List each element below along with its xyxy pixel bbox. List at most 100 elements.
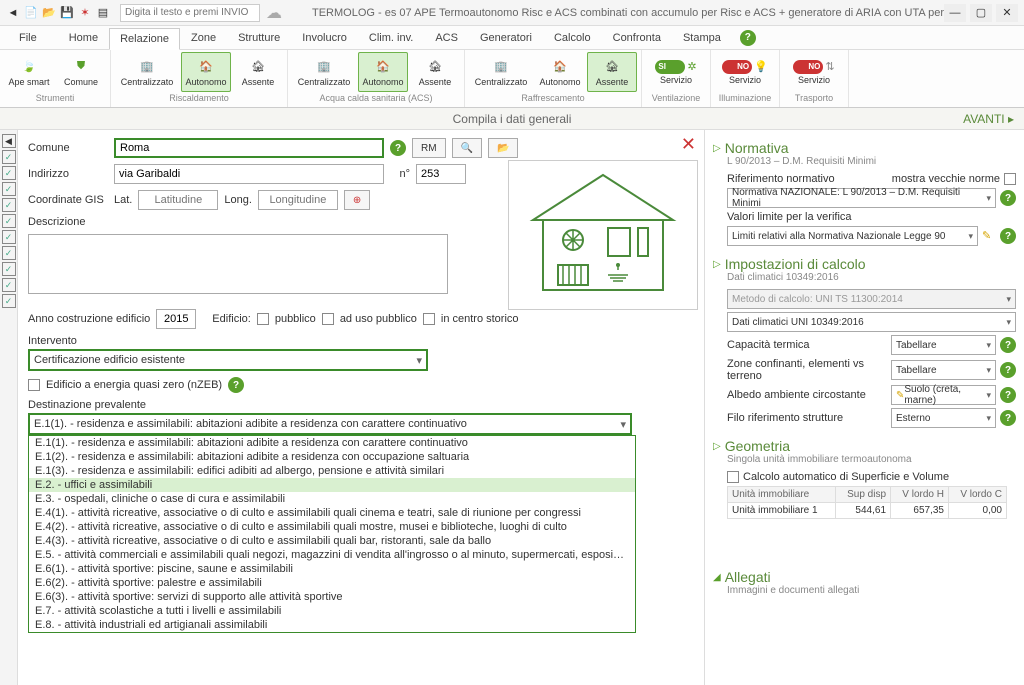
expand-icon[interactable]: ◢ bbox=[713, 572, 721, 583]
cloud-icon[interactable]: ☁ bbox=[266, 3, 282, 23]
ape-smart-button[interactable]: 🍃Ape smart bbox=[4, 52, 54, 92]
dati-climatici-select[interactable]: Dati climatici UNI 10349:2016▾ bbox=[727, 312, 1016, 332]
destinazione-option[interactable]: E.6(3). - attività sportive: servizi di … bbox=[29, 590, 635, 604]
target-icon[interactable]: ✶ bbox=[78, 6, 92, 20]
destinazione-option[interactable]: E.3. - ospedali, cliniche o case di cura… bbox=[29, 492, 635, 506]
risc-centralizzato-button[interactable]: 🏢Centralizzato bbox=[115, 52, 179, 92]
descrizione-textarea[interactable] bbox=[28, 234, 448, 294]
tab-clim-inv[interactable]: Clim. inv. bbox=[358, 27, 424, 49]
setting-select[interactable]: ✎ Suolo (creta, marne)▾ bbox=[891, 385, 996, 405]
next-button[interactable]: AVANTI ▸ bbox=[963, 112, 1014, 126]
acs-centralizzato-button[interactable]: 🏢Centralizzato bbox=[292, 52, 356, 92]
help-icon[interactable]: ? bbox=[1000, 387, 1016, 403]
pubblico-checkbox[interactable] bbox=[257, 313, 269, 325]
rail-check-2[interactable]: ✓ bbox=[2, 166, 16, 180]
setting-select[interactable]: Tabellare▾ bbox=[891, 360, 996, 380]
help-icon[interactable]: ? bbox=[390, 140, 406, 156]
nzeb-checkbox[interactable] bbox=[28, 379, 40, 391]
destinazione-option[interactable]: E.8. - attività industriali ed artigiana… bbox=[29, 618, 635, 632]
tab-strutture[interactable]: Strutture bbox=[227, 27, 291, 49]
maximize-button[interactable]: ▢ bbox=[970, 4, 992, 22]
tab-acs[interactable]: ACS bbox=[424, 27, 469, 49]
illuminazione-toggle[interactable]: NO💡 Servizio bbox=[715, 52, 775, 92]
rail-back-icon[interactable]: ◀ bbox=[2, 134, 16, 148]
comune-input[interactable] bbox=[114, 138, 384, 158]
help-icon[interactable]: ? bbox=[1000, 337, 1016, 353]
provincia-button[interactable]: RM bbox=[412, 138, 446, 158]
tab-calcolo[interactable]: Calcolo bbox=[543, 27, 602, 49]
rail-check-6[interactable]: ✓ bbox=[2, 230, 16, 244]
raff-centralizzato-button[interactable]: 🏢Centralizzato bbox=[469, 52, 533, 92]
anno-input[interactable] bbox=[156, 309, 196, 329]
destinazione-select[interactable]: E.1(1). - residenza e assimilabili: abit… bbox=[28, 413, 632, 435]
long-input[interactable] bbox=[258, 190, 338, 210]
rail-check-7[interactable]: ✓ bbox=[2, 246, 16, 260]
help-icon[interactable]: ? bbox=[1000, 410, 1016, 426]
risc-autonomo-button[interactable]: 🏠Autonomo bbox=[181, 52, 231, 92]
raff-assente-button[interactable]: 🏚Assente bbox=[587, 52, 637, 92]
expand-icon[interactable]: ▷ bbox=[713, 441, 721, 452]
help-icon[interactable]: ? bbox=[740, 30, 756, 46]
destinazione-option[interactable]: E.1(3). - residenza e assimilabili: edif… bbox=[29, 464, 635, 478]
tab-confronta[interactable]: Confronta bbox=[602, 27, 672, 49]
help-icon[interactable]: ? bbox=[1000, 190, 1016, 206]
mostra-norme-checkbox[interactable] bbox=[1004, 173, 1016, 185]
risc-assente-button[interactable]: 🏚Assente bbox=[233, 52, 283, 92]
destinazione-option[interactable]: E.5. - attività commerciali e assimilabi… bbox=[29, 548, 635, 562]
rif-normativo-select[interactable]: Normativa NAZIONALE: L 90/2013 – D.M. Re… bbox=[727, 188, 996, 208]
destinazione-option[interactable]: E.6(1). - attività sportive: piscine, sa… bbox=[29, 562, 635, 576]
setting-select[interactable]: Esterno▾ bbox=[891, 408, 996, 428]
expand-icon[interactable]: ▷ bbox=[713, 259, 721, 270]
close-button[interactable]: ✕ bbox=[996, 4, 1018, 22]
help-icon[interactable]: ? bbox=[1000, 228, 1016, 244]
tablet-icon[interactable]: ▤ bbox=[96, 6, 110, 20]
setting-select[interactable]: Tabellare▾ bbox=[891, 335, 996, 355]
tab-involucro[interactable]: Involucro bbox=[291, 27, 358, 49]
centro-storico-checkbox[interactable] bbox=[423, 313, 435, 325]
ventilazione-toggle[interactable]: SI✲ Servizio bbox=[646, 52, 706, 92]
lat-input[interactable] bbox=[138, 190, 218, 210]
rail-check-4[interactable]: ✓ bbox=[2, 198, 16, 212]
indirizzo-input[interactable] bbox=[114, 164, 384, 184]
calcolo-auto-checkbox[interactable] bbox=[727, 471, 739, 483]
pencil-icon[interactable]: ✎ bbox=[982, 229, 996, 243]
search-input[interactable] bbox=[120, 4, 260, 22]
help-icon[interactable]: ? bbox=[228, 377, 244, 393]
acs-autonomo-button[interactable]: 🏠Autonomo bbox=[358, 52, 408, 92]
folder-button[interactable]: 📂 bbox=[488, 138, 518, 158]
save-icon[interactable]: 💾 bbox=[60, 6, 74, 20]
table-row[interactable]: Unità immobiliare 1 544,61 657,35 0,00 bbox=[728, 503, 1007, 519]
comune-button[interactable]: ⛊Comune bbox=[56, 52, 106, 92]
tab-home[interactable]: Home bbox=[58, 27, 109, 49]
tab-zone[interactable]: Zone bbox=[180, 27, 227, 49]
open-icon[interactable]: 📂 bbox=[42, 6, 56, 20]
rail-check-10[interactable]: ✓ bbox=[2, 294, 16, 308]
tab-generatori[interactable]: Generatori bbox=[469, 27, 543, 49]
valori-limite-select[interactable]: Limiti relativi alla Normativa Nazionale… bbox=[727, 226, 978, 246]
destinazione-dropdown[interactable]: E.1(1). - residenza e assimilabili: abit… bbox=[28, 435, 636, 633]
rail-check-9[interactable]: ✓ bbox=[2, 278, 16, 292]
destinazione-option[interactable]: E.4(1). - attività ricreative, associati… bbox=[29, 506, 635, 520]
new-icon[interactable]: 📄 bbox=[24, 6, 38, 20]
tab-stampa[interactable]: Stampa bbox=[672, 27, 732, 49]
rail-check-1[interactable]: ✓ bbox=[2, 150, 16, 164]
destinazione-option[interactable]: E.4(3). - attività ricreative, associati… bbox=[29, 534, 635, 548]
help-icon[interactable]: ? bbox=[1000, 362, 1016, 378]
tab-relazione[interactable]: Relazione bbox=[109, 28, 180, 50]
expand-icon[interactable]: ▷ bbox=[713, 143, 721, 154]
search-button[interactable]: 🔍 bbox=[452, 138, 482, 158]
rail-check-8[interactable]: ✓ bbox=[2, 262, 16, 276]
uso-pubblico-checkbox[interactable] bbox=[322, 313, 334, 325]
close-panel-icon[interactable]: ✕ bbox=[681, 134, 696, 155]
intervento-select[interactable]: Certificazione edificio esistente▾ bbox=[28, 349, 428, 371]
num-input[interactable] bbox=[416, 164, 466, 184]
destinazione-option[interactable]: E.1(2). - residenza e assimilabili: abit… bbox=[29, 450, 635, 464]
minimize-button[interactable]: — bbox=[944, 4, 966, 22]
destinazione-option[interactable]: E.6(2). - attività sportive: palestre e … bbox=[29, 576, 635, 590]
acs-assente-button[interactable]: 🏚Assente bbox=[410, 52, 460, 92]
rail-check-3[interactable]: ✓ bbox=[2, 182, 16, 196]
target-button[interactable]: ⊕ bbox=[344, 190, 370, 210]
destinazione-option[interactable]: E.4(2). - attività ricreative, associati… bbox=[29, 520, 635, 534]
destinazione-option[interactable]: E.7. - attività scolastiche a tutti i li… bbox=[29, 604, 635, 618]
destinazione-option[interactable]: E.2. - uffici e assimilabili bbox=[29, 478, 635, 492]
